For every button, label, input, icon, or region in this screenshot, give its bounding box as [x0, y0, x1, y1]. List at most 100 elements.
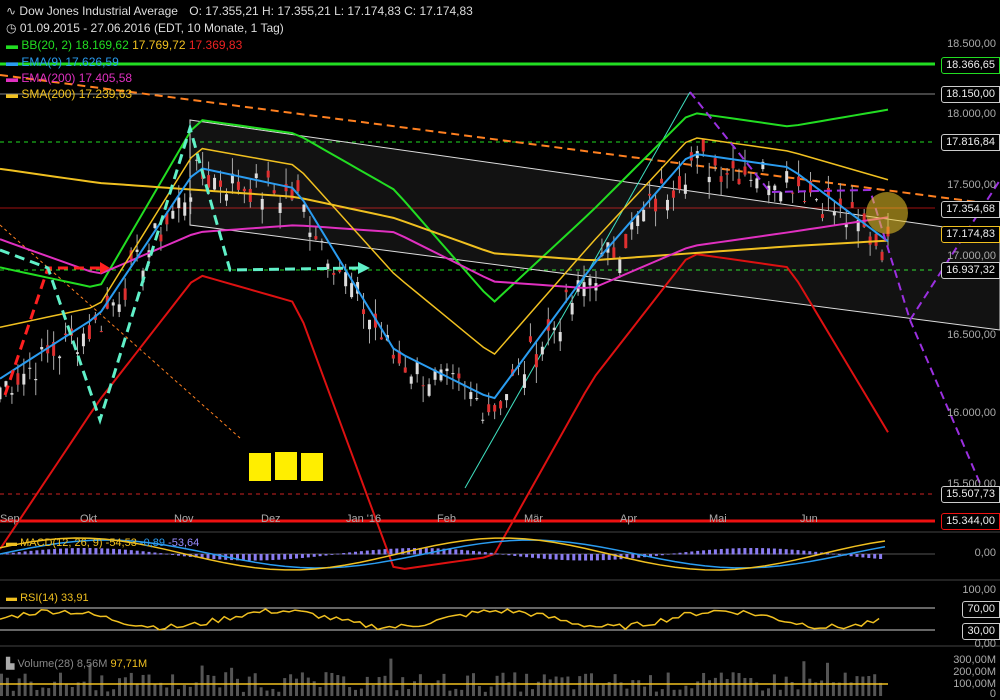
legend-sma200[interactable]: ▬ SMA(200) 17.239,63	[6, 87, 132, 101]
macd-histogram-bar	[295, 554, 298, 559]
candle-body	[183, 202, 187, 216]
macd-histogram-bar	[383, 549, 387, 555]
price-axis-tick: 18.500,00	[947, 38, 996, 50]
candle-body	[16, 373, 20, 385]
candle-body	[719, 176, 723, 182]
macd-histogram-bar	[808, 551, 812, 555]
candle-body	[803, 201, 807, 203]
macd-histogram-bar	[719, 548, 723, 555]
clock-icon: ◷	[6, 21, 17, 35]
macd-histogram-bar	[147, 551, 151, 555]
candle-body	[22, 373, 26, 385]
macd-axis-tick: 0,00	[974, 547, 996, 559]
macd-histogram-bar	[153, 552, 157, 555]
volume-bar	[713, 677, 717, 696]
candle-body	[665, 199, 669, 211]
volume-bar	[554, 676, 558, 696]
volume-bar	[401, 677, 405, 696]
macd-histogram-bar	[94, 548, 98, 555]
candle-body	[540, 346, 544, 355]
volume-axis-tick: 300,00M	[953, 654, 996, 666]
macd-histogram-bar	[767, 548, 770, 555]
volume-bar	[430, 683, 434, 696]
macd-histogram-bar	[265, 554, 269, 561]
macd-histogram-bar	[690, 551, 694, 555]
candle-body	[177, 197, 181, 209]
macd-histogram-bar	[123, 549, 127, 555]
time-axis-tick: Dez	[261, 513, 281, 525]
volume-bar	[206, 674, 210, 696]
candle-body	[135, 249, 139, 252]
candle-body	[111, 302, 115, 306]
macd-histogram-bar	[672, 553, 676, 555]
candle-body	[248, 188, 252, 203]
volume-bar	[123, 677, 127, 696]
macd-histogram-bar	[289, 554, 293, 559]
macd-histogram-bar	[519, 554, 523, 557]
volume-bar	[749, 678, 753, 696]
legend-ema200[interactable]: ▬ EMA(200) 17.405,58	[6, 71, 132, 85]
candle-body	[296, 180, 300, 192]
macd-histogram-bar	[631, 554, 635, 559]
candle-body	[820, 214, 824, 218]
candle-body	[481, 419, 485, 421]
macd-histogram-bar	[743, 548, 747, 555]
volume-bar	[336, 675, 340, 696]
volume-legend[interactable]: ▙ Volume(28) 8,56M 97,71M	[6, 657, 147, 670]
volume-bar	[141, 674, 145, 696]
marker-box	[275, 452, 297, 480]
volume-bar	[613, 674, 617, 696]
volume-bar	[188, 686, 192, 696]
volume-bar	[643, 686, 647, 696]
candle-body	[683, 184, 687, 194]
candle-body	[314, 236, 318, 240]
macd-histogram-bar	[784, 549, 788, 555]
volume-bar	[525, 673, 529, 696]
candle-body	[713, 158, 717, 166]
rsi-axis-tick: 100,00	[962, 584, 996, 596]
candle-body	[880, 251, 884, 261]
macd-histogram-bar	[472, 550, 475, 555]
candle-body	[457, 373, 461, 379]
volume-bar	[371, 684, 375, 696]
macd-legend[interactable]: ▬ MACD(12, 26, 9) -54,53 -0,89 -53,64	[6, 537, 199, 549]
macd-histogram-bar	[489, 552, 493, 555]
macd-histogram-bar	[702, 550, 706, 555]
volume-bar	[5, 677, 9, 696]
legend-bb[interactable]: ▬ BB(20, 2) 18.169,62 17.769,72 17.369,8…	[6, 38, 242, 52]
macd-histogram-bar	[796, 550, 800, 555]
macd-histogram-bar	[330, 554, 334, 555]
volume-bar	[802, 661, 806, 696]
time-axis-tick: Apr	[620, 513, 638, 525]
volume-bar	[94, 690, 98, 696]
candle-body	[654, 198, 658, 212]
rsi-axis-tick: 0,00	[974, 638, 996, 650]
macd-histogram-bar	[460, 549, 464, 555]
volume-bar	[873, 674, 877, 696]
candle-body	[40, 347, 44, 350]
legend-ema9[interactable]: ▬ EMA(9) 17.626,59	[6, 55, 119, 69]
candle-body	[272, 190, 276, 194]
price-tag-bb-upper: 18.366,65	[941, 57, 1000, 74]
volume-bar	[407, 689, 411, 696]
rsi-legend[interactable]: ▬ RSI(14) 33,91	[6, 592, 89, 604]
volume-bar	[159, 682, 163, 696]
macd-histogram-bar	[560, 554, 564, 560]
macd-histogram-bar	[35, 550, 39, 555]
candle-body	[415, 361, 419, 375]
candle-body	[409, 376, 413, 384]
macd-histogram-bar	[684, 552, 688, 555]
volume-bar	[64, 683, 68, 696]
macd-histogram-bar	[277, 554, 281, 560]
candle-body	[767, 185, 771, 196]
volume-axis-tick: 200,00M	[953, 666, 996, 678]
volume-bar	[365, 676, 369, 696]
time-axis-tick: Feb	[437, 513, 456, 525]
volume-bar	[241, 691, 245, 696]
volume-bar	[295, 678, 298, 696]
candle-body	[725, 173, 729, 175]
volume-bar	[23, 673, 27, 696]
macd-histogram-bar	[377, 549, 381, 555]
time-axis-tick: Sep	[0, 513, 20, 525]
volume-bar	[542, 674, 546, 696]
